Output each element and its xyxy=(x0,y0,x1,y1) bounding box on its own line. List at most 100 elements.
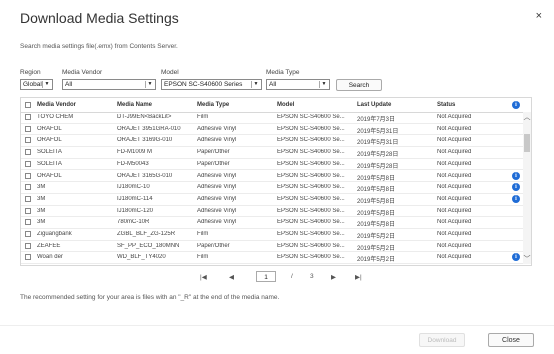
cell-model: EPSON SC-S40600 Se... xyxy=(277,219,345,226)
row-checkbox[interactable] xyxy=(25,242,31,249)
cell-type: Paper/Other xyxy=(197,160,230,167)
prev-page-icon[interactable]: ◀ xyxy=(229,273,234,283)
scrollbar-thumb[interactable] xyxy=(524,134,530,152)
cell-status: Not Acquired xyxy=(437,219,472,226)
cell-model: EPSON SC-S40600 Se... xyxy=(277,242,345,249)
cell-name: FD-M50043 xyxy=(117,160,149,167)
table-row[interactable]: ORAFOL ORAJET 3169G-010 Adhesive Vinyl EPSO… xyxy=(21,135,531,148)
search-button[interactable]: Search xyxy=(336,79,382,91)
row-checkbox[interactable] xyxy=(25,125,31,132)
cell-update: 2019年5月31日 xyxy=(357,128,399,135)
cell-name: ORAJET 3169G-010 xyxy=(117,137,173,144)
cell-model: EPSON SC-S40600 Se... xyxy=(277,172,345,179)
table-row[interactable]: ORAFOL ORAJET 3165G-010 Adhesive Vinyl EPSO… xyxy=(21,171,531,183)
col-last-update[interactable]: Last Update xyxy=(357,102,391,108)
row-checkbox[interactable] xyxy=(25,207,31,214)
cell-model: EPSON SC-S40600 Se... xyxy=(277,207,345,214)
cell-type: Adhesive Vinyl xyxy=(197,219,237,226)
cell-update: 2019年5月2日 xyxy=(357,257,396,264)
col-model[interactable]: Model xyxy=(277,102,294,108)
cell-status: Not Acquired xyxy=(437,184,472,191)
table-row[interactable]: TOYO CHEM DT-J99EN<BackLit> Film EPSON SC-S… xyxy=(21,112,531,124)
cell-status: Not Acquired xyxy=(437,114,472,120)
region-select[interactable]: Global ▼ xyxy=(20,79,53,90)
col-media-name[interactable]: Media Name xyxy=(117,102,152,108)
cell-vendor: ORAFOL xyxy=(37,125,62,132)
model-label: Model xyxy=(161,69,179,76)
row-checkbox[interactable] xyxy=(25,219,31,226)
cell-model: EPSON SC-S40600 Se... xyxy=(277,184,345,191)
model-select[interactable]: EPSON SC-S40600 Series ▼ xyxy=(161,79,262,90)
cell-model: EPSON SC-S40600 Se... xyxy=(277,137,345,144)
scroll-up-icon[interactable]: ︿ xyxy=(523,112,531,122)
cell-model: EPSON SC-S40600 Se... xyxy=(277,231,345,237)
cell-type: Adhesive Vinyl xyxy=(197,125,237,132)
cell-status: Not Acquired xyxy=(437,207,472,214)
info-icon[interactable]: i xyxy=(512,183,520,192)
close-icon[interactable]: × xyxy=(536,10,542,22)
cell-vendor: ORAFOL xyxy=(37,137,62,144)
table-row[interactable]: SOLEITA FD-M1009 M Paper/Other EPSON SC-S40… xyxy=(21,147,531,159)
cell-update: 2019年5月8日 xyxy=(357,175,396,182)
close-button[interactable]: Close xyxy=(488,333,534,347)
scroll-down-icon[interactable]: ﹀ xyxy=(523,254,531,264)
cell-model: EPSON SC-S40600 Se... xyxy=(277,160,345,167)
first-page-icon[interactable]: |◀ xyxy=(200,273,207,283)
next-page-icon[interactable]: ▶ xyxy=(331,273,336,283)
row-checkbox[interactable] xyxy=(25,195,31,202)
table-row[interactable]: 3M IJ180mC-10 Adhesive Vinyl EPSON SC-S4060… xyxy=(21,182,531,194)
info-icon[interactable]: i xyxy=(512,253,520,262)
cell-type: Paper/Other xyxy=(197,242,230,249)
row-checkbox[interactable] xyxy=(25,172,31,179)
row-checkbox[interactable] xyxy=(25,160,31,167)
table-row[interactable]: ORAFOL ORAJET 3951GRA-010 Adhesive Vinyl EP… xyxy=(21,124,531,136)
media-table: Media Vendor Media Name Media Type Model… xyxy=(20,97,532,266)
table-row[interactable]: 3M 780mC-10R Adhesive Vinyl EPSON SC-S40600… xyxy=(21,217,531,229)
row-checkbox[interactable] xyxy=(25,149,31,156)
col-media-type[interactable]: Media Type xyxy=(197,102,229,108)
row-checkbox[interactable] xyxy=(25,184,31,191)
row-checkbox[interactable] xyxy=(25,137,31,144)
chevron-down-icon: ▼ xyxy=(251,81,260,88)
cell-update: 2019年5月8日 xyxy=(357,198,396,205)
cell-status: Not Acquired xyxy=(437,242,472,249)
media-type-select[interactable]: All ▼ xyxy=(266,79,330,90)
cell-type: Paper/Other xyxy=(197,149,230,156)
table-row[interactable]: Ziguangbank ZGBL_BLF_ZG-125R Film EPSON SC-… xyxy=(21,229,531,241)
media-vendor-select[interactable]: All ▼ xyxy=(62,79,156,90)
info-icon[interactable]: i xyxy=(512,101,520,109)
table-row[interactable]: ZEAFEE SF_PP_ECO_180MNN Paper/Other EPSON S… xyxy=(21,241,531,253)
media-vendor-label: Media Vendor xyxy=(62,69,103,76)
download-button[interactable]: Download xyxy=(419,333,465,347)
col-status[interactable]: Status xyxy=(437,102,455,108)
row-checkbox[interactable] xyxy=(25,254,31,261)
row-checkbox[interactable] xyxy=(25,231,31,237)
scrollbar[interactable]: ︿ ﹀ xyxy=(523,112,531,264)
cell-name: WD_BLF_TY4020 xyxy=(117,254,166,261)
info-icon[interactable]: i xyxy=(512,194,520,203)
cell-name: ZGBL_BLF_ZG-125R xyxy=(117,231,176,237)
cell-name: ORAJET 3951GRA-010 xyxy=(117,125,181,132)
cell-model: EPSON SC-S40600 Se... xyxy=(277,125,345,132)
dialog-title: Download Media Settings xyxy=(20,10,179,26)
chevron-down-icon: ▼ xyxy=(319,81,328,88)
cell-name: FD-M1009 M xyxy=(117,149,153,156)
info-icon[interactable]: i xyxy=(512,171,520,180)
cell-status: Not Acquired xyxy=(437,172,472,179)
col-media-vendor[interactable]: Media Vendor xyxy=(37,102,76,108)
last-page-icon[interactable]: ▶| xyxy=(355,273,362,283)
cell-vendor: ZEAFEE xyxy=(37,242,61,249)
table-row[interactable]: Woan der WD_BLF_TY4020 Film EPSON SC-S40600… xyxy=(21,252,531,265)
cell-status: Not Acquired xyxy=(437,137,472,144)
row-checkbox[interactable] xyxy=(25,114,31,120)
cell-type: Adhesive Vinyl xyxy=(197,207,237,214)
cell-name: ORAJET 3165G-010 xyxy=(117,172,173,179)
select-all-checkbox[interactable] xyxy=(25,102,31,108)
cell-model: EPSON SC-S40600 Se... xyxy=(277,195,345,202)
table-row[interactable]: 3M IJ180mC-120 Adhesive Vinyl EPSON SC-S406… xyxy=(21,206,531,218)
table-row[interactable]: SOLEITA FD-M50043 Paper/Other EPSON SC-S406… xyxy=(21,159,531,171)
table-row[interactable]: 3M IJ180mC-114 Adhesive Vinyl EPSON SC-S406… xyxy=(21,194,531,206)
cell-vendor: 3M xyxy=(37,195,46,202)
cell-vendor: Woan der xyxy=(37,254,63,261)
page-number-input[interactable]: 1 xyxy=(256,271,276,282)
